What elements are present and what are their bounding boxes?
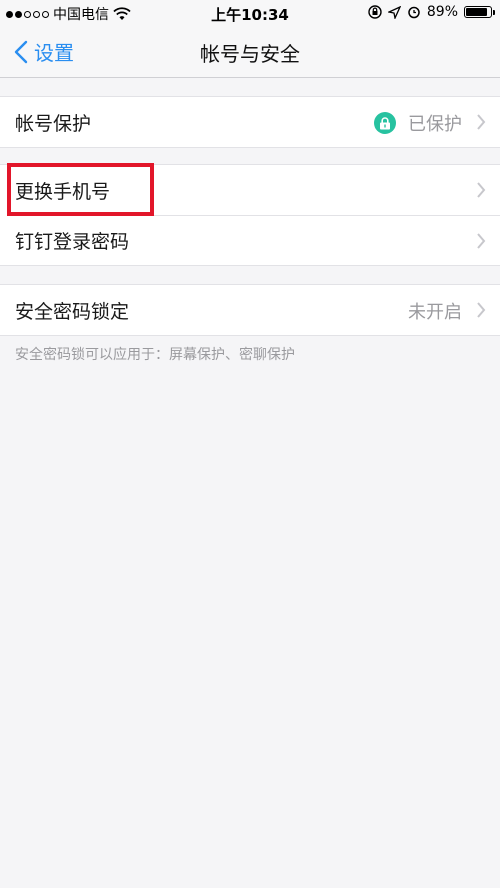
row-value: 未开启 [408,298,462,324]
page-title: 帐号与安全 [200,42,300,66]
battery-percent: 89% [426,4,458,20]
row-label: 帐号保护 [15,112,92,135]
chevron-right-icon [477,182,486,198]
row-label: 更换手机号 [15,180,111,203]
settings-group-account-protection: 帐号保护 已保护 [0,96,500,148]
row-account-protection[interactable]: 帐号保护 已保护 [0,97,500,147]
navigation-bar: 设置 帐号与安全 [0,26,500,78]
security-lock-hint: 安全密码锁可以应用于：屏幕保护、密聊保护 [15,347,295,363]
alarm-icon [408,6,420,19]
rotation-lock-icon [368,5,382,19]
location-icon [387,5,401,19]
chevron-right-icon [477,114,486,130]
settings-group-login: 更换手机号 钉钉登录密码 [0,164,500,266]
chevron-right-icon [477,302,486,318]
lock-icon [374,112,396,134]
status-bar: 中国电信 上午10:34 89% [0,0,500,26]
row-change-phone[interactable]: 更换手机号 [0,165,500,215]
row-label: 钉钉登录密码 [15,231,130,253]
row-security-password-lock[interactable]: 安全密码锁定 未开启 [0,285,500,335]
battery-fill [466,8,488,16]
battery-icon [464,6,495,18]
row-value: 已保护 [374,110,462,136]
protection-status: 已保护 [408,114,462,135]
row-login-password[interactable]: 钉钉登录密码 [15,215,500,265]
status-right: 89% [368,4,495,20]
settings-group-security-lock: 安全密码锁定 未开启 [0,284,500,336]
lock-status: 未开启 [408,302,462,323]
row-label: 安全密码锁定 [15,300,130,323]
chevron-right-icon [477,233,486,249]
